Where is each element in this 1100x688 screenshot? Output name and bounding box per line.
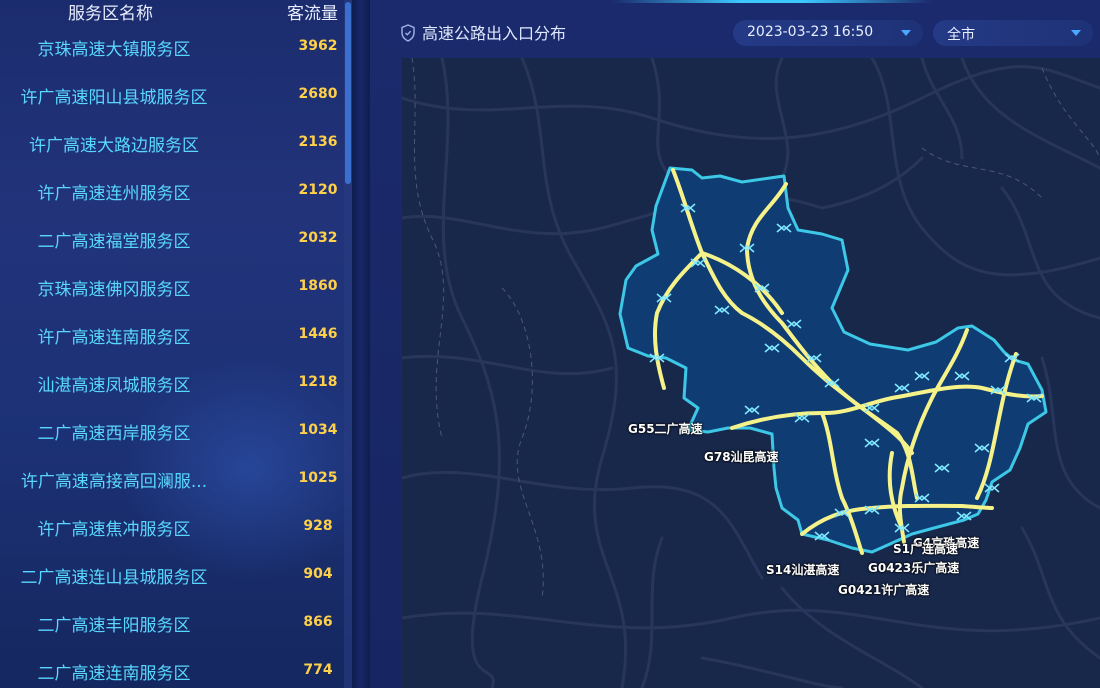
table-row[interactable]: 许广高速大路边服务区 2136 — [0, 120, 345, 168]
passenger-count: 3962 — [298, 38, 338, 54]
service-area-name: 许广高速连州服务区 — [37, 184, 191, 204]
table-row[interactable]: 许广高速连州服务区 2120 — [0, 168, 345, 216]
map-panel-title-text: 高速公路出入口分布 — [422, 24, 567, 43]
service-area-name: 许广高速高接高回澜服... — [20, 472, 208, 492]
top-accent-line — [612, 0, 932, 3]
service-area-name: 许广高速焦冲服务区 — [37, 520, 191, 540]
table-row[interactable]: 许广高速阳山县城服务区 2680 — [0, 72, 345, 120]
datetime-select[interactable]: 2023-03-23 16:50 — [733, 20, 923, 46]
panel-divider — [352, 0, 370, 688]
table-row[interactable]: 二广高速西岸服务区 1034 — [0, 408, 345, 456]
map-panel-title: 高速公路出入口分布 — [400, 20, 566, 44]
service-area-name: 京珠高速佛冈服务区 — [37, 280, 191, 300]
road-label: S1广连高速 — [893, 542, 958, 556]
passenger-count: 1446 — [298, 326, 338, 342]
service-area-name: 许广高速大路边服务区 — [29, 136, 199, 156]
table-row[interactable]: 汕湛高速凤城服务区 1218 — [0, 360, 345, 408]
table-row[interactable]: 二广高速连山县城服务区 904 — [0, 552, 345, 600]
passenger-count: 1860 — [298, 278, 338, 294]
service-area-name: 许广高速连南服务区 — [37, 328, 191, 348]
map-canvas — [402, 58, 1100, 688]
column-header-count: 客流量 — [287, 4, 338, 24]
table-row[interactable]: 许广高速高接高回澜服... 1025 — [0, 456, 345, 504]
list-scrollbar-thumb[interactable] — [345, 2, 351, 184]
chevron-down-icon — [1071, 30, 1081, 36]
passenger-count: 904 — [303, 566, 333, 582]
passenger-count: 928 — [303, 518, 333, 534]
passenger-count: 1034 — [298, 422, 338, 438]
service-area-name: 二广高速连南服务区 — [37, 664, 191, 684]
service-area-rows: 京珠高速大镇服务区 3962 许广高速阳山县城服务区 2680 许广高速大路边服务区 21… — [0, 24, 345, 688]
road-label: G78汕昆高速 — [704, 450, 779, 464]
column-header-name: 服务区名称 — [68, 4, 153, 24]
table-row[interactable]: 京珠高速大镇服务区 3962 — [0, 24, 345, 72]
table-row[interactable]: 许广高速焦冲服务区 928 — [0, 504, 345, 552]
passenger-count: 774 — [303, 662, 333, 678]
road-label: G0423乐广高速 — [868, 561, 960, 575]
passenger-count: 866 — [303, 614, 333, 630]
service-area-name: 二广高速西岸服务区 — [37, 424, 191, 444]
table-row[interactable]: 许广高速连南服务区 1446 — [0, 312, 345, 360]
datetime-select-value: 2023-03-23 16:50 — [747, 24, 874, 40]
road-label: G55二广高速 — [628, 422, 703, 436]
highway-map[interactable] — [402, 58, 1100, 688]
service-area-name: 二广高速福堂服务区 — [37, 232, 191, 252]
shield-icon — [400, 24, 416, 46]
table-row[interactable]: 二广高速福堂服务区 2032 — [0, 216, 345, 264]
passenger-count: 1218 — [298, 374, 338, 390]
passenger-count: 2120 — [298, 182, 338, 198]
service-area-name: 许广高速阳山县城服务区 — [20, 88, 208, 108]
service-area-name: 京珠高速大镇服务区 — [37, 40, 191, 60]
passenger-count: 2032 — [298, 230, 338, 246]
passenger-count: 2680 — [298, 86, 338, 102]
service-area-name: 二广高速丰阳服务区 — [37, 616, 191, 636]
passenger-count: 2136 — [298, 134, 338, 150]
road-label: G0421许广高速 — [838, 583, 930, 597]
service-area-list-panel: 服务区名称 客流量 京珠高速大镇服务区 3962 许广高速阳山县城服务区 2680 许广… — [0, 0, 352, 688]
road-label: S14汕湛高速 — [766, 563, 840, 577]
chevron-down-icon — [901, 30, 911, 36]
table-row[interactable]: 二广高速连南服务区 774 — [0, 648, 345, 688]
city-select[interactable]: 全市 — [933, 20, 1093, 46]
table-row[interactable]: 京珠高速佛冈服务区 1860 — [0, 264, 345, 312]
service-area-name: 二广高速连山县城服务区 — [20, 568, 208, 588]
list-header: 服务区名称 客流量 — [0, 0, 352, 24]
app-root: 服务区名称 客流量 京珠高速大镇服务区 3962 许广高速阳山县城服务区 2680 许广… — [0, 0, 1100, 688]
table-row[interactable]: 二广高速丰阳服务区 866 — [0, 600, 345, 648]
city-region — [618, 166, 1048, 554]
passenger-count: 1025 — [298, 470, 338, 486]
city-select-value: 全市 — [947, 27, 975, 43]
service-area-name: 汕湛高速凤城服务区 — [37, 376, 191, 396]
